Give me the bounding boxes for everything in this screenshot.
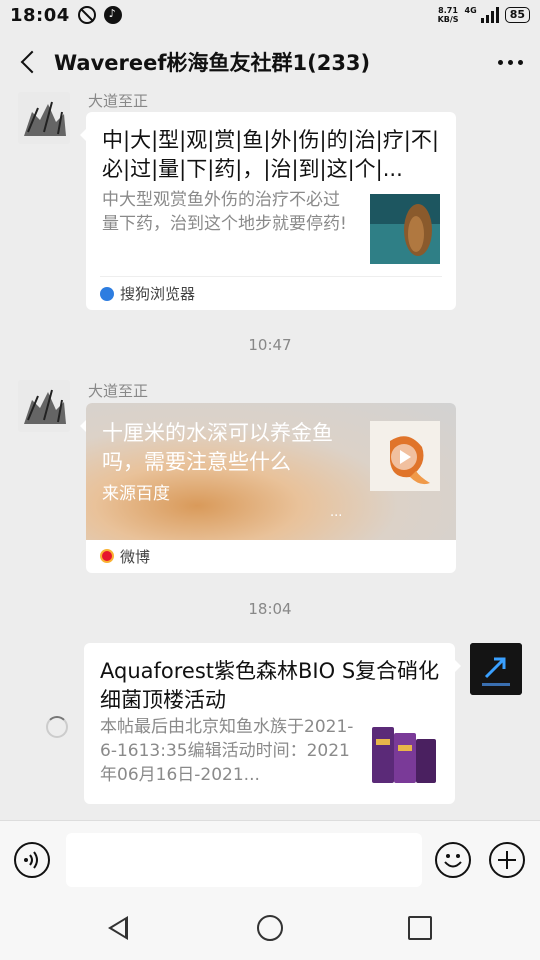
avatar[interactable] <box>18 380 70 432</box>
voice-icon[interactable] <box>14 842 50 878</box>
video-thumbnail <box>370 421 440 491</box>
input-bar <box>0 820 540 898</box>
link-card[interactable]: 中|大|型|观|赏|鱼|外|伤|的|治|疗|不|必|过|量|下|药|，|治|到|… <box>80 112 456 310</box>
add-icon[interactable] <box>489 842 525 878</box>
chat-title: Wavereef彬海鱼友社群1(233) <box>54 51 371 75</box>
card-thumbnail <box>370 194 440 264</box>
status-bar: 18:04 8.71 KB/S 4G 85 <box>0 0 540 30</box>
emoji-icon[interactable] <box>435 842 471 878</box>
nav-back-icon[interactable] <box>108 916 128 940</box>
card-title: 十厘米的水深可以养金鱼吗，需要注意些什么 <box>102 421 333 474</box>
network-type: 4G <box>464 6 477 15</box>
signal-icon <box>480 7 499 23</box>
sogou-browser-icon <box>100 286 114 301</box>
status-time: 18:04 <box>10 4 70 26</box>
video-card[interactable]: 十厘米的水深可以养金鱼吗，需要注意些什么 来源百度 ... 微博 <box>80 403 456 573</box>
nav-recents-icon[interactable] <box>408 916 432 940</box>
more-options-icon[interactable] <box>480 30 540 94</box>
weibo-icon <box>100 549 114 563</box>
link-card[interactable]: Aquaforest紫色森林BIO S复合硝化细菌顶楼活动 本帖最后由北京知鱼水… <box>84 643 461 804</box>
net-speed: 8.71 KB/S <box>437 6 459 24</box>
card-description: 中大型观赏鱼外伤的治疗不必过量下药，治到这个地步就要停药! <box>102 190 347 234</box>
card-description: 本帖最后由北京知鱼水族于2021-6-1613:35编辑活动时间：2021年06… <box>100 717 354 785</box>
my-avatar[interactable] <box>470 643 522 695</box>
sender-name: 大道至正 <box>88 382 149 400</box>
sender-name: 大道至正 <box>88 92 149 110</box>
card-source: 微博 <box>100 539 442 573</box>
card-thumbnail <box>368 719 438 789</box>
card-ellipsis: ... <box>330 505 343 520</box>
card-title: Aquaforest紫色森林BIO S复合硝化细菌顶楼活动 <box>100 659 440 712</box>
battery-level: 85 <box>504 7 530 23</box>
sending-spinner-icon <box>46 716 68 738</box>
tiktok-icon <box>103 6 122 24</box>
system-nav-bar <box>0 898 540 960</box>
avatar[interactable] <box>18 92 70 144</box>
back-arrow-icon[interactable] <box>0 30 54 94</box>
card-source: 搜狗浏览器 <box>100 276 442 310</box>
message-input[interactable] <box>66 833 422 887</box>
nav-home-icon[interactable] <box>257 915 283 941</box>
chat-header: Wavereef彬海鱼友社群1(233) <box>0 30 540 94</box>
do-not-disturb-icon <box>77 6 96 24</box>
card-title: 中|大|型|观|赏|鱼|外|伤|的|治|疗|不|必|过|量|下|药|，|治|到|… <box>102 128 439 181</box>
timestamp: 18:04 <box>248 600 292 618</box>
card-description: 来源百度 <box>102 484 170 504</box>
timestamp: 10:47 <box>248 336 292 354</box>
